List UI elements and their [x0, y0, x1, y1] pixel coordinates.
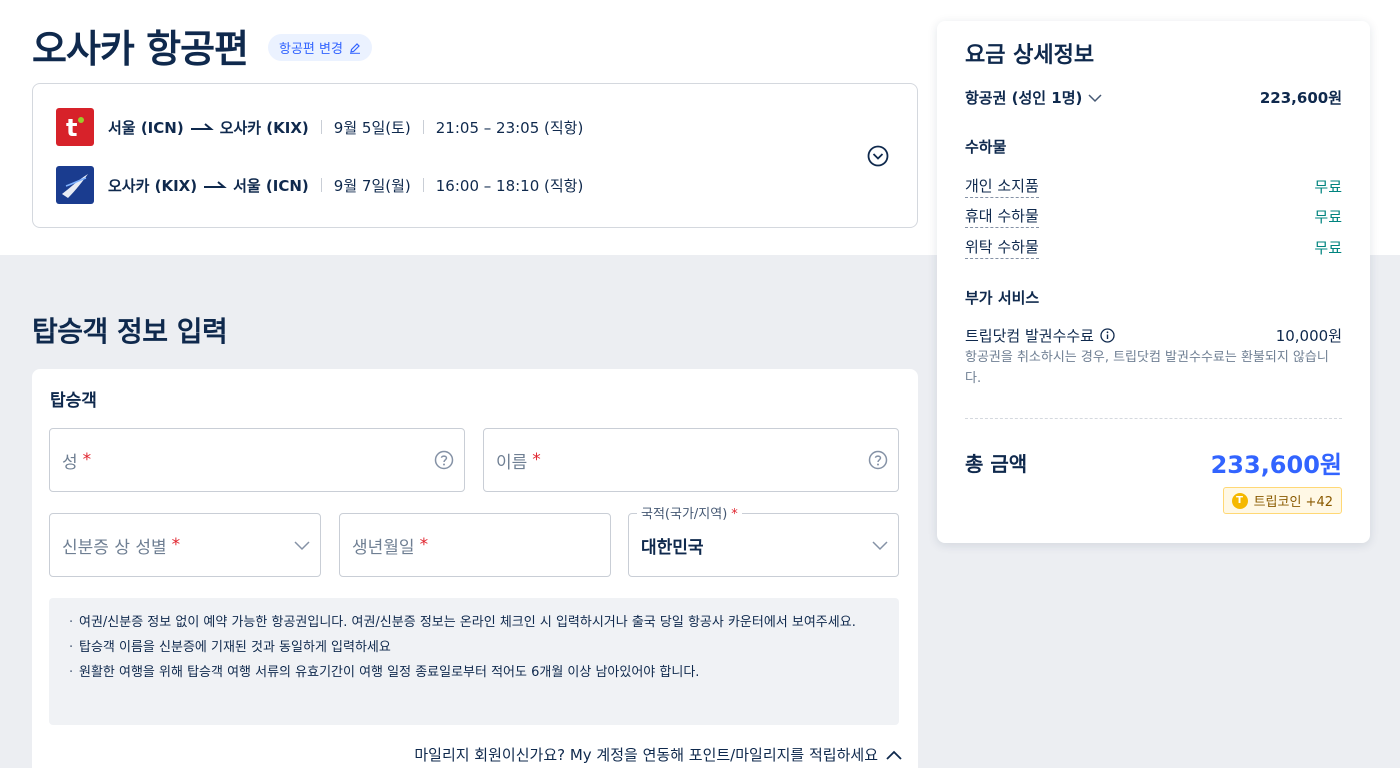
return-date: 9월 7일(월): [333, 176, 411, 195]
change-flight-button[interactable]: 항공편 변경: [268, 34, 372, 61]
passenger-notice-box: 여권/신분증 정보 없이 예약 가능한 항공권입니다. 여권/신분증 정보는 온…: [49, 598, 899, 725]
required-mark: *: [731, 507, 738, 522]
outbound-origin: 서울 (ICN): [108, 118, 184, 137]
expand-flights-button[interactable]: [867, 145, 889, 167]
divider: [965, 418, 1342, 419]
gender-select[interactable]: 신분증 상 성별 *: [49, 513, 321, 577]
flight-summary-card: t 서울 (ICN) 오사카 (KIX) 9월 5일(토) 21:05 – 23…: [32, 83, 918, 228]
flight-row-outbound: t 서울 (ICN) 오사카 (KIX) 9월 5일(토) 21:05 – 23…: [56, 108, 583, 146]
baggage-personal-label[interactable]: 개인 소지품: [965, 175, 1039, 198]
divider: [422, 120, 424, 134]
baggage-personal-value: 무료: [1314, 178, 1342, 196]
route-arrow-icon: [190, 118, 214, 136]
pencil-icon: [349, 42, 360, 54]
title-row: 오사카 항공편 항공편 변경: [32, 18, 372, 73]
svg-text:t: t: [66, 114, 77, 140]
fee-note: 항공권을 취소하시는 경우, 트립닷컴 발권수수료는 환불되지 않습니다.: [965, 350, 1329, 386]
first-name-label: 이름: [496, 452, 528, 473]
birth-date-field[interactable]: 생년월일 *: [339, 513, 611, 577]
divider: [320, 120, 322, 134]
passenger-card-label: 탑승객: [50, 391, 97, 411]
passenger-card: 탑승객 성 * 이름 * 신분증 상 성별 * 생년월일 * 국적(국가/지역)…: [32, 369, 918, 768]
required-mark: *: [82, 450, 92, 470]
price-details-title: 요금 상세정보: [965, 43, 1095, 68]
birth-date-label: 생년월일: [352, 537, 415, 558]
trip-coin-label: 트립코인 +42: [1253, 495, 1333, 510]
flight-row-return: 오사카 (KIX) 서울 (ICN) 9월 7일(월) 16:00 – 18:1…: [56, 166, 583, 204]
total-value: 233,600원: [1210, 451, 1342, 479]
route-arrow-icon: [203, 176, 227, 194]
jeju-logo-icon: [56, 166, 94, 204]
baggage-row: 위탁 수하물 무료: [965, 236, 1342, 259]
baggage-row: 휴대 수하물 무료: [965, 205, 1342, 228]
return-time: 16:00 – 18:10 (직항): [435, 176, 584, 195]
chevron-up-icon: [886, 750, 902, 760]
mileage-prompt: 마일리지 회원이신가요? My 계정을 연동해 포인트/마일리지를 적립하세요: [414, 746, 878, 764]
ticket-value: 223,600원: [1259, 89, 1342, 107]
coin-icon: T: [1231, 492, 1248, 509]
chevron-down-circle-icon: [867, 145, 889, 167]
info-icon[interactable]: [1100, 328, 1115, 343]
gender-label: 신분증 상 성별: [62, 537, 167, 558]
change-flight-label: 항공편 변경: [279, 42, 343, 57]
trip-coin-badge: T 트립코인 +42: [1222, 487, 1342, 514]
first-name-field[interactable]: 이름 *: [483, 428, 899, 492]
notice-item: 여권/신분증 정보 없이 예약 가능한 항공권입니다. 여권/신분증 정보는 온…: [69, 612, 879, 633]
tway-logo-icon: t: [56, 108, 94, 146]
nationality-select[interactable]: 국적(국가/지역) * 대한민국: [628, 503, 899, 577]
baggage-checked-value: 무료: [1314, 239, 1342, 257]
page-title: 오사카 항공편: [32, 27, 249, 71]
nationality-value: 대한민국: [641, 537, 704, 558]
help-icon[interactable]: [434, 450, 454, 470]
fee-value: 10,000원: [1275, 327, 1342, 345]
baggage-carryon-value: 무료: [1314, 208, 1342, 226]
passenger-section-title: 탑승객 정보 입력: [32, 315, 228, 348]
required-mark: *: [532, 450, 541, 470]
help-icon[interactable]: [868, 450, 888, 470]
baggage-carryon-label[interactable]: 휴대 수하물: [965, 205, 1039, 228]
total-label: 총 금액: [965, 452, 1028, 476]
divider: [320, 178, 322, 192]
price-details-card: 요금 상세정보 항공권 (성인 1명) 223,600원 수하물 개인 소지품 …: [937, 21, 1370, 543]
ticket-toggle[interactable]: 항공권 (성인 1명): [965, 87, 1102, 108]
outbound-time: 21:05 – 23:05 (직항): [435, 118, 584, 137]
required-mark: *: [171, 535, 181, 555]
ticket-row: 항공권 (성인 1명) 223,600원: [965, 87, 1342, 108]
notice-item: 원활한 여행을 위해 탑승객 여행 서류의 유효기간이 여행 일정 종료일로부터…: [69, 662, 879, 683]
last-name-field[interactable]: 성 *: [49, 428, 465, 492]
chevron-down-icon: [294, 541, 310, 551]
fee-label: 트립닷컴 발권수수료: [965, 327, 1094, 345]
outbound-destination: 오사카 (KIX): [219, 118, 309, 137]
extra-services-title: 부가 서비스: [965, 289, 1040, 307]
baggage-row: 개인 소지품 무료: [965, 175, 1342, 198]
divider: [422, 178, 424, 192]
nationality-label: 국적(국가/지역): [641, 507, 728, 522]
baggage-checked-label[interactable]: 위탁 수하물: [965, 236, 1039, 259]
required-mark: *: [419, 535, 429, 555]
ticket-label: 항공권 (성인 1명): [965, 89, 1083, 107]
nationality-label-wrap: 국적(국가/지역) *: [637, 503, 742, 522]
outbound-date: 9월 5일(토): [333, 118, 411, 137]
chevron-down-icon: [872, 541, 888, 551]
baggage-title: 수하물: [965, 138, 1007, 156]
chevron-down-icon: [1088, 93, 1102, 102]
last-name-label: 성: [62, 452, 78, 473]
return-origin: 오사카 (KIX): [108, 176, 198, 195]
return-destination: 서울 (ICN): [233, 176, 309, 195]
notice-item: 탑승객 이름을 신분증에 기재된 것과 동일하게 입력하세요: [69, 637, 879, 658]
fee-row: 트립닷컴 발권수수료 10,000원: [965, 325, 1342, 346]
mileage-link[interactable]: 마일리지 회원이신가요? My 계정을 연동해 포인트/마일리지를 적립하세요: [414, 744, 902, 765]
